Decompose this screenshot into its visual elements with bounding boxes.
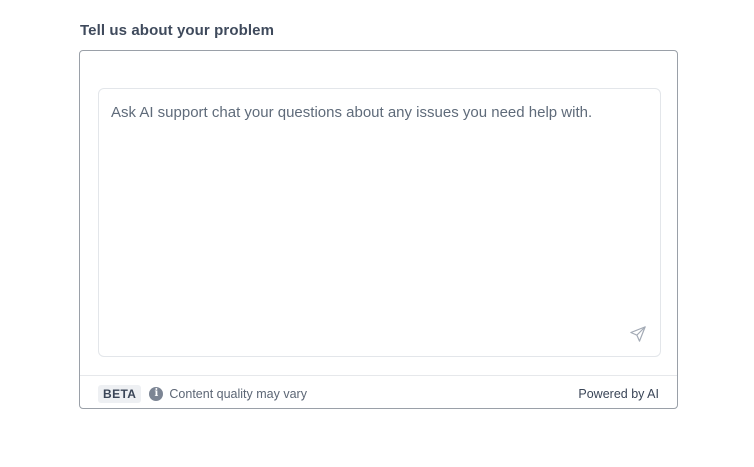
panel-footer: BETA i Content quality may vary Powered …: [98, 384, 659, 404]
send-button[interactable]: [627, 323, 649, 345]
form-heading: Tell us about your problem: [80, 22, 275, 39]
chat-input-container[interactable]: [98, 88, 661, 357]
powered-by-label: Powered by AI: [578, 387, 659, 401]
ai-support-panel: BETA i Content quality may vary Powered …: [79, 50, 678, 409]
quality-note: Content quality may vary: [169, 387, 307, 401]
footer-left: BETA i Content quality may vary: [98, 385, 307, 403]
info-icon[interactable]: i: [149, 387, 164, 401]
beta-badge: BETA: [98, 385, 142, 403]
chat-input[interactable]: [111, 101, 631, 301]
send-icon: [630, 326, 646, 342]
footer-divider: [80, 375, 677, 376]
